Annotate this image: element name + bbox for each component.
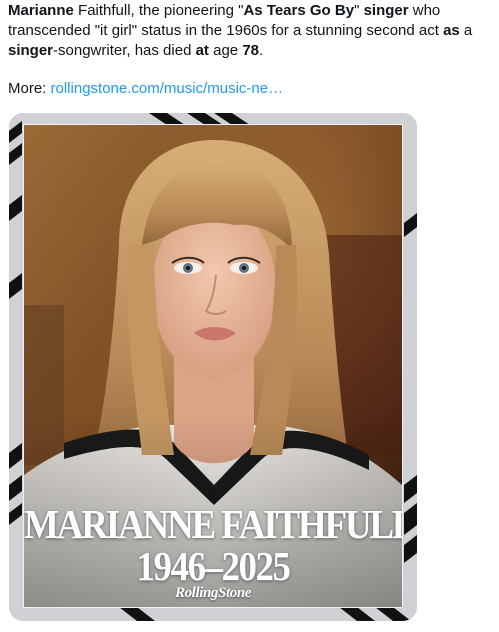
tweet-text-bold: 78 [242, 42, 259, 59]
tweet-text-bold: as [443, 22, 460, 39]
tweet-text-bold: at [195, 42, 209, 59]
tweet-text-segment: " [354, 2, 364, 19]
article-link[interactable]: rollingstone.com/music/music-ne… [51, 80, 284, 97]
tweet-text-segment: . [259, 42, 264, 59]
tweet-text: Marianne Faithfull, the pioneering "As T… [8, 1, 494, 61]
portrait-photo: MARIANNE FAITHFULL 1946–2025 RollingSton… [23, 124, 403, 608]
tweet-text-segment: -songwriter, has died [53, 42, 196, 59]
more-label: More: [8, 80, 51, 97]
tweet-text-segment: a [459, 22, 473, 39]
tweet-text-bold: singer [8, 42, 54, 59]
more-line: More: rollingstone.com/music/music-ne… [8, 79, 283, 99]
tweet-text-segment: Faithfull, the pioneering " [73, 2, 244, 19]
memorial-years: 1946–2025 [136, 544, 292, 591]
tweet-text-bold: Marianne [8, 2, 74, 19]
tweet-text-bold: singer [363, 2, 409, 19]
tweet-media-card[interactable]: MARIANNE FAITHFULL 1946–2025 RollingSton… [9, 113, 417, 621]
tweet-text-bold: As Tears Go By [243, 2, 355, 19]
memorial-name: MARIANNE FAITHFULL [24, 502, 402, 549]
tweet-text-segment: age [208, 42, 243, 59]
rolling-stone-logo: RollingStone [174, 585, 252, 601]
